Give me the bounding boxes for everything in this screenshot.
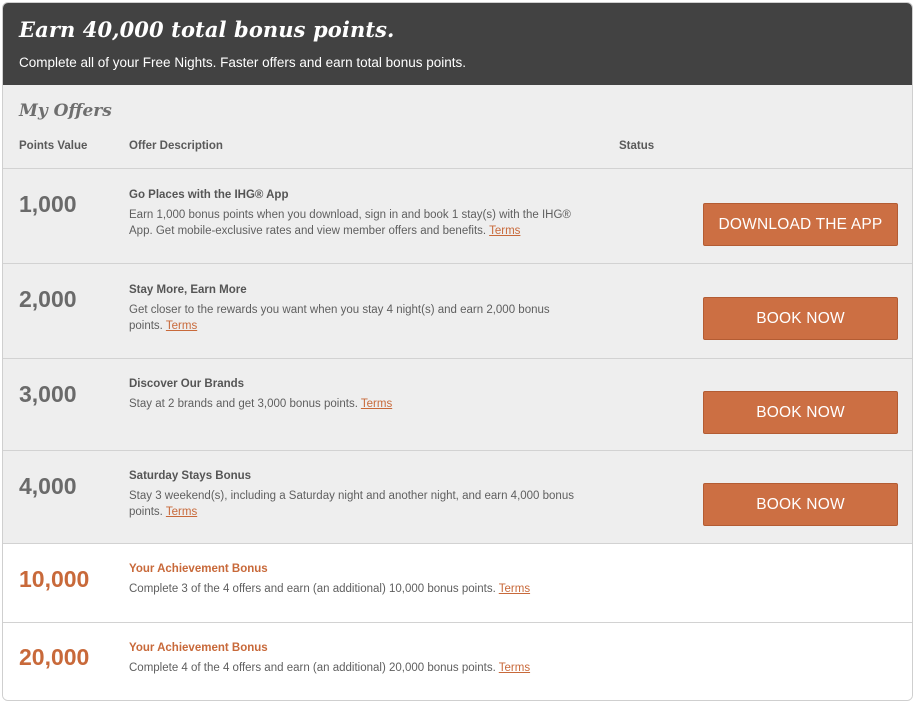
book-now-button[interactable]: BOOK NOW <box>703 483 898 526</box>
offer-row: 2,000 Stay More, Earn More Get closer to… <box>3 264 912 359</box>
offers-header: My Offers Points Value Offer Description… <box>3 85 912 169</box>
offer-body-text: Stay at 2 brands and get 3,000 bonus poi… <box>129 398 358 410</box>
achievement-body-text: Complete 3 of the 4 offers and earn (an … <box>129 583 496 595</box>
column-header-points: Points Value <box>19 140 88 152</box>
achievement-points-value: 20,000 <box>19 644 90 670</box>
achievement-body: Complete 3 of the 4 offers and earn (an … <box>129 581 579 597</box>
offer-title: Saturday Stays Bonus <box>129 470 252 482</box>
offer-points-value: 4,000 <box>19 473 77 499</box>
offer-points-value: 2,000 <box>19 286 77 312</box>
achievement-title: Your Achievement Bonus <box>129 563 268 575</box>
book-now-button[interactable]: BOOK NOW <box>703 297 898 340</box>
book-now-button[interactable]: BOOK NOW <box>703 391 898 434</box>
terms-link[interactable]: Terms <box>361 398 392 410</box>
achievement-row: 10,000 Your Achievement Bonus Complete 3… <box>3 544 912 623</box>
offer-points-value: 3,000 <box>19 381 77 407</box>
banner-subtitle: Complete all of your Free Nights. Faster… <box>19 55 466 70</box>
achievement-description: Your Achievement Bonus Complete 3 of the… <box>129 563 579 597</box>
bonus-banner: Earn 40,000 total bonus points. Complete… <box>3 3 912 85</box>
offer-row: 3,000 Discover Our Brands Stay at 2 bran… <box>3 359 912 451</box>
achievement-points-value: 10,000 <box>19 566 90 592</box>
offer-points-value: 1,000 <box>19 191 77 217</box>
offer-title: Go Places with the IHG® App <box>129 189 289 201</box>
offer-body: Earn 1,000 bonus points when you downloa… <box>129 207 579 239</box>
offer-body: Get closer to the rewards you want when … <box>129 302 579 334</box>
achievement-row: 20,000 Your Achievement Bonus Complete 4… <box>3 623 912 700</box>
column-header-status: Status <box>619 140 655 152</box>
achievement-body-text: Complete 4 of the 4 offers and earn (an … <box>129 662 496 674</box>
offer-description: Saturday Stays Bonus Stay 3 weekend(s), … <box>129 470 579 520</box>
terms-link[interactable]: Terms <box>166 506 197 518</box>
offer-body: Stay 3 weekend(s), including a Saturday … <box>129 488 579 520</box>
offer-description: Stay More, Earn More Get closer to the r… <box>129 284 579 334</box>
offers-panel: Earn 40,000 total bonus points. Complete… <box>2 2 913 701</box>
offers-title: My Offers <box>19 101 112 121</box>
terms-link[interactable]: Terms <box>499 662 530 674</box>
offer-title: Discover Our Brands <box>129 378 245 390</box>
offer-description: Go Places with the IHG® App Earn 1,000 b… <box>129 189 579 239</box>
offer-body: Stay at 2 brands and get 3,000 bonus poi… <box>129 396 579 412</box>
offer-title: Stay More, Earn More <box>129 284 247 296</box>
achievement-body: Complete 4 of the 4 offers and earn (an … <box>129 660 579 676</box>
terms-link[interactable]: Terms <box>499 583 530 595</box>
terms-link[interactable]: Terms <box>489 225 520 237</box>
achievement-description: Your Achievement Bonus Complete 4 of the… <box>129 642 579 676</box>
terms-link[interactable]: Terms <box>166 320 197 332</box>
offer-row: 4,000 Saturday Stays Bonus Stay 3 weeken… <box>3 451 912 544</box>
achievement-title: Your Achievement Bonus <box>129 642 268 654</box>
column-header-description: Offer Description <box>129 140 223 152</box>
offer-row: 1,000 Go Places with the IHG® App Earn 1… <box>3 169 912 264</box>
offer-description: Discover Our Brands Stay at 2 brands and… <box>129 378 579 412</box>
download-app-button[interactable]: DOWNLOAD THE APP <box>703 203 898 246</box>
banner-title: Earn 40,000 total bonus points. <box>19 17 395 42</box>
